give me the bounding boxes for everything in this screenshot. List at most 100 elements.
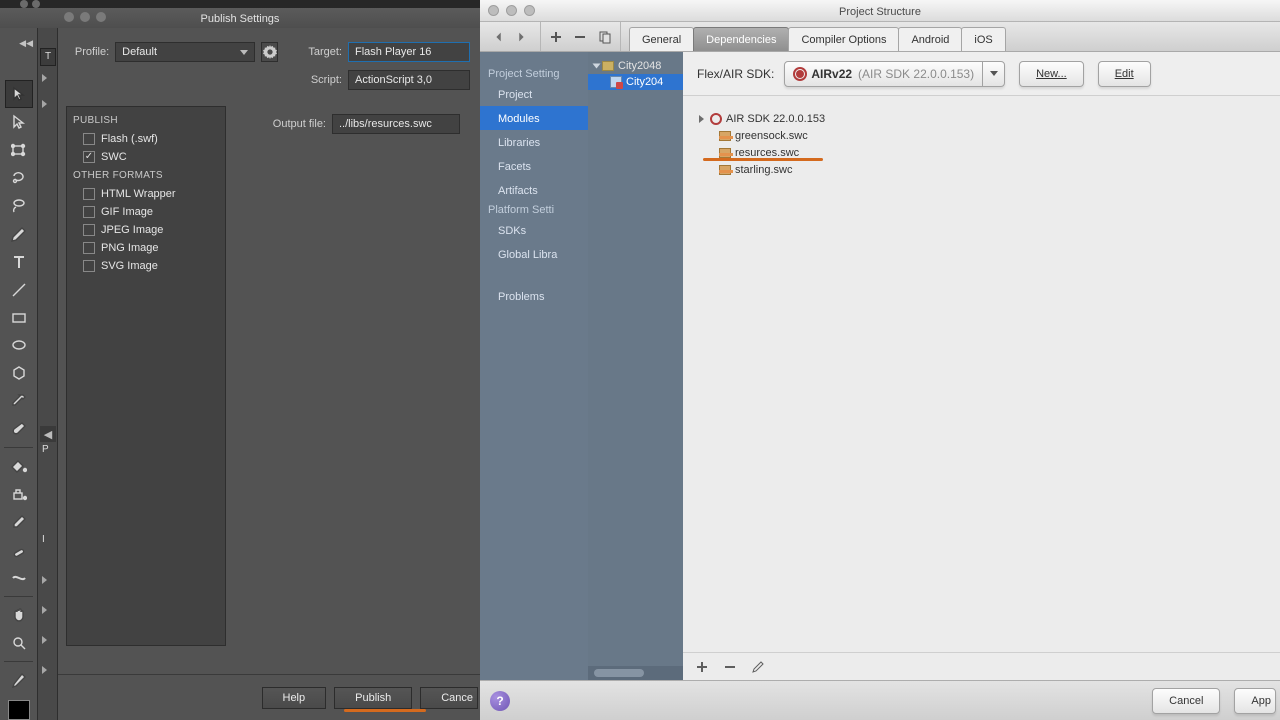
tree-module-row[interactable]: City204 (588, 74, 683, 90)
profile-select[interactable]: Default (115, 42, 255, 62)
oval-tool-icon[interactable] (5, 332, 33, 360)
library-icon (719, 148, 731, 158)
line-tool-icon[interactable] (5, 276, 33, 304)
sdk-combo[interactable]: AIRv22 (AIR SDK 22.0.0.153) (784, 61, 1005, 87)
profile-value: Default (122, 46, 157, 58)
tab-compiler[interactable]: Compiler Options (788, 27, 899, 51)
tree-project-row[interactable]: City2048 (588, 58, 683, 74)
help-icon[interactable]: ? (490, 691, 510, 711)
format-swc[interactable]: SWC (83, 148, 219, 166)
project-structure-window: Project Structure General Dependencies C… (480, 0, 1280, 720)
polystar-tool-icon[interactable] (5, 359, 33, 387)
help-button[interactable]: Help (262, 687, 327, 709)
panel-arrow-icon[interactable] (42, 634, 52, 644)
eraser-b-tool-icon[interactable] (5, 536, 33, 564)
highlight-mark (344, 709, 426, 712)
rectangle-tool-icon[interactable] (5, 304, 33, 332)
sidebar-item-project[interactable]: Project (480, 82, 588, 106)
remove-dep-icon[interactable] (723, 660, 737, 674)
highlight-mark (703, 158, 823, 161)
apply-button[interactable]: App (1234, 688, 1276, 714)
sidebar-item-sdks[interactable]: SDKs (480, 218, 588, 242)
sidebar-item-global[interactable]: Global Libra (480, 242, 588, 266)
dropdown-icon[interactable] (982, 62, 1004, 86)
free-transform-tool-icon[interactable] (5, 136, 33, 164)
pencil-tool-icon[interactable] (5, 220, 33, 248)
forward-icon[interactable] (512, 28, 530, 46)
format-gif[interactable]: GIF Image (83, 203, 219, 221)
add-dep-icon[interactable] (695, 660, 709, 674)
panel-flip-icon[interactable]: ◀ (40, 426, 56, 442)
dep-sdk-row[interactable]: AIR SDK 22.0.0.153 (699, 110, 1280, 127)
width-tool-icon[interactable] (5, 564, 33, 592)
dep-swc-row[interactable]: starling.swc (699, 161, 1280, 178)
dep-swc-row[interactable]: greensock.swc (699, 127, 1280, 144)
collapse-icon[interactable]: ◀◀ (0, 38, 37, 50)
output-file-label: Output file: (254, 118, 332, 130)
format-html[interactable]: HTML Wrapper (83, 185, 219, 203)
window-titlebar: Publish Settings (0, 8, 480, 28)
sidebar-item-facets[interactable]: Facets (480, 154, 588, 178)
disclosure-icon (593, 64, 601, 69)
target-select[interactable]: Flash Player 16 (348, 42, 470, 62)
tab-android[interactable]: Android (898, 27, 962, 51)
edit-sdk-button[interactable]: Edit (1098, 61, 1151, 87)
pen-tool-icon[interactable] (5, 192, 33, 220)
cancel-button[interactable]: Cance (420, 687, 478, 709)
dependencies-list: AIR SDK 22.0.0.153 greensock.swc resurce… (683, 96, 1280, 680)
stroke-color-tool-icon[interactable] (5, 666, 33, 694)
profile-settings-icon[interactable] (261, 42, 278, 62)
script-value: ActionScript 3,0 (355, 74, 432, 86)
format-jpeg[interactable]: JPEG Image (83, 221, 219, 239)
format-flash[interactable]: Flash (.swf) (83, 130, 219, 148)
tree-scrollbar[interactable] (588, 666, 683, 680)
panel-arrow-icon[interactable] (42, 98, 52, 108)
publish-header: PUBLISH (73, 115, 219, 126)
eyedropper-tool-icon[interactable] (5, 387, 33, 415)
script-select[interactable]: ActionScript 3,0 (348, 70, 470, 90)
fill-swatch[interactable] (8, 700, 30, 720)
brush-tool-icon[interactable] (5, 415, 33, 443)
traffic-lights[interactable] (488, 5, 535, 16)
eraser-a-tool-icon[interactable] (5, 508, 33, 536)
tab-general[interactable]: General (629, 27, 694, 51)
subselection-tool-icon[interactable] (5, 108, 33, 136)
lasso-tool-icon[interactable] (5, 164, 33, 192)
dialog-footer: ? Cancel App (480, 680, 1280, 720)
panel-arrow-icon[interactable] (42, 604, 52, 614)
zoom-tool-icon[interactable] (5, 629, 33, 657)
panel-arrow-icon[interactable] (42, 72, 52, 82)
tree-project-name: City2048 (618, 60, 661, 72)
format-png[interactable]: PNG Image (83, 239, 219, 257)
tool-divider-2 (4, 596, 34, 597)
paint-bucket-tool-icon[interactable] (5, 452, 33, 480)
top-toolbar: General Dependencies Compiler Options An… (480, 22, 1280, 52)
sidebar-item-modules[interactable]: Modules (480, 106, 588, 130)
format-svg[interactable]: SVG Image (83, 257, 219, 275)
format-list: PUBLISH Flash (.swf) SWC OTHER FORMATS H… (66, 106, 226, 646)
copy-icon[interactable] (598, 29, 612, 45)
panel-arrow-icon[interactable] (42, 574, 52, 584)
window-controls[interactable] (64, 12, 106, 22)
add-icon[interactable] (549, 29, 563, 45)
panel-arrow-icon[interactable] (42, 664, 52, 674)
remove-icon[interactable] (573, 29, 587, 45)
tab-dependencies[interactable]: Dependencies (693, 27, 789, 51)
ink-bottle-tool-icon[interactable] (5, 480, 33, 508)
sidebar-item-artifacts[interactable]: Artifacts (480, 178, 588, 202)
selection-tool-icon[interactable] (5, 80, 33, 108)
edit-dep-icon[interactable] (751, 660, 765, 674)
sidebar-item-libraries[interactable]: Libraries (480, 130, 588, 154)
tab-ios[interactable]: iOS (961, 27, 1005, 51)
hand-tool-icon[interactable] (5, 601, 33, 629)
output-file-input[interactable]: ../libs/resurces.swc (332, 114, 460, 134)
new-sdk-button[interactable]: New... (1019, 61, 1084, 87)
cancel-button[interactable]: Cancel (1152, 688, 1220, 714)
publish-button[interactable]: Publish (334, 687, 412, 709)
target-label: Target: (300, 46, 348, 58)
text-tool-icon[interactable] (5, 248, 33, 276)
sidebar-item-problems[interactable]: Problems (480, 284, 588, 308)
back-icon[interactable] (490, 28, 508, 46)
panel-label-p: P (42, 444, 49, 455)
tab-stub[interactable]: T (40, 48, 56, 66)
